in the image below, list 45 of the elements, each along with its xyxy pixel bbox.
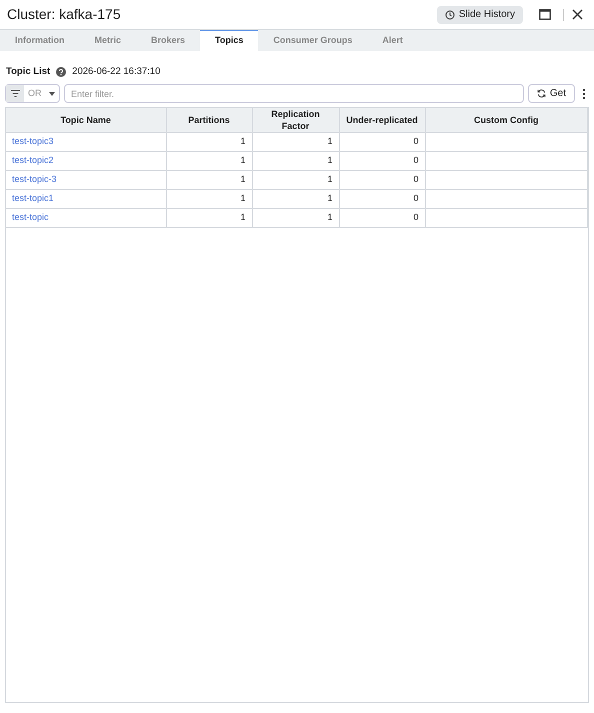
filter-icon — [10, 90, 20, 97]
tab[interactable]: Alert — [367, 30, 418, 51]
table-cell: 1 — [252, 132, 339, 152]
table-cell: 1 — [252, 152, 339, 170]
column-header: Partitions — [166, 108, 252, 132]
table-cell: 0 — [339, 132, 425, 152]
table-cell: 0 — [339, 170, 425, 190]
help-icon[interactable] — [56, 67, 66, 77]
table-cell: 1 — [252, 208, 339, 228]
table-cell: 0 — [339, 190, 425, 208]
column-header: Replication Factor — [252, 108, 339, 132]
clock-icon — [444, 10, 455, 20]
table-cell: 1 — [166, 170, 252, 190]
column-header: Custom Config — [425, 108, 588, 132]
tab[interactable]: Brokers — [136, 30, 200, 51]
caret-icon — [49, 92, 55, 96]
tab[interactable]: Consumer Groups — [258, 30, 368, 51]
history-button[interactable]: Slide History — [436, 6, 523, 24]
timestamp: 2026-06-22 16:37:10 — [72, 64, 160, 79]
table-cell: 0 — [339, 208, 425, 228]
tab[interactable]: Topics — [200, 30, 258, 51]
topic-link[interactable]: test-topic3 — [6, 132, 166, 152]
tab[interactable]: Metric — [80, 30, 136, 51]
section-title: Topic List — [6, 64, 50, 79]
table-cell: 1 — [166, 132, 252, 152]
topic-link[interactable]: test-topic2 — [6, 152, 166, 170]
get-button[interactable]: Get — [528, 84, 575, 103]
table-cell: 1 — [252, 190, 339, 208]
table-cell: 1 — [166, 208, 252, 228]
column-header: Topic Name — [6, 108, 166, 132]
close-icon[interactable] — [572, 9, 583, 20]
filter-button[interactable] — [6, 85, 24, 102]
topic-link[interactable]: test-topic — [6, 208, 166, 228]
filter-field[interactable]: Enter filter. — [64, 84, 524, 103]
table-cell: 1 — [166, 190, 252, 208]
topic-link[interactable]: test-topic1 — [6, 190, 166, 208]
table-cell: 1 — [252, 170, 339, 190]
window-title: Cluster: kafka-175 — [7, 5, 122, 24]
table-cell: 1 — [166, 152, 252, 170]
tab[interactable]: Information — [0, 30, 80, 51]
table-cell: 0 — [339, 152, 425, 170]
topic-link[interactable]: test-topic-3 — [6, 170, 166, 190]
maximize-icon[interactable] — [539, 9, 551, 20]
column-header: Under-replicated — [339, 108, 425, 132]
refresh-icon — [536, 89, 546, 98]
